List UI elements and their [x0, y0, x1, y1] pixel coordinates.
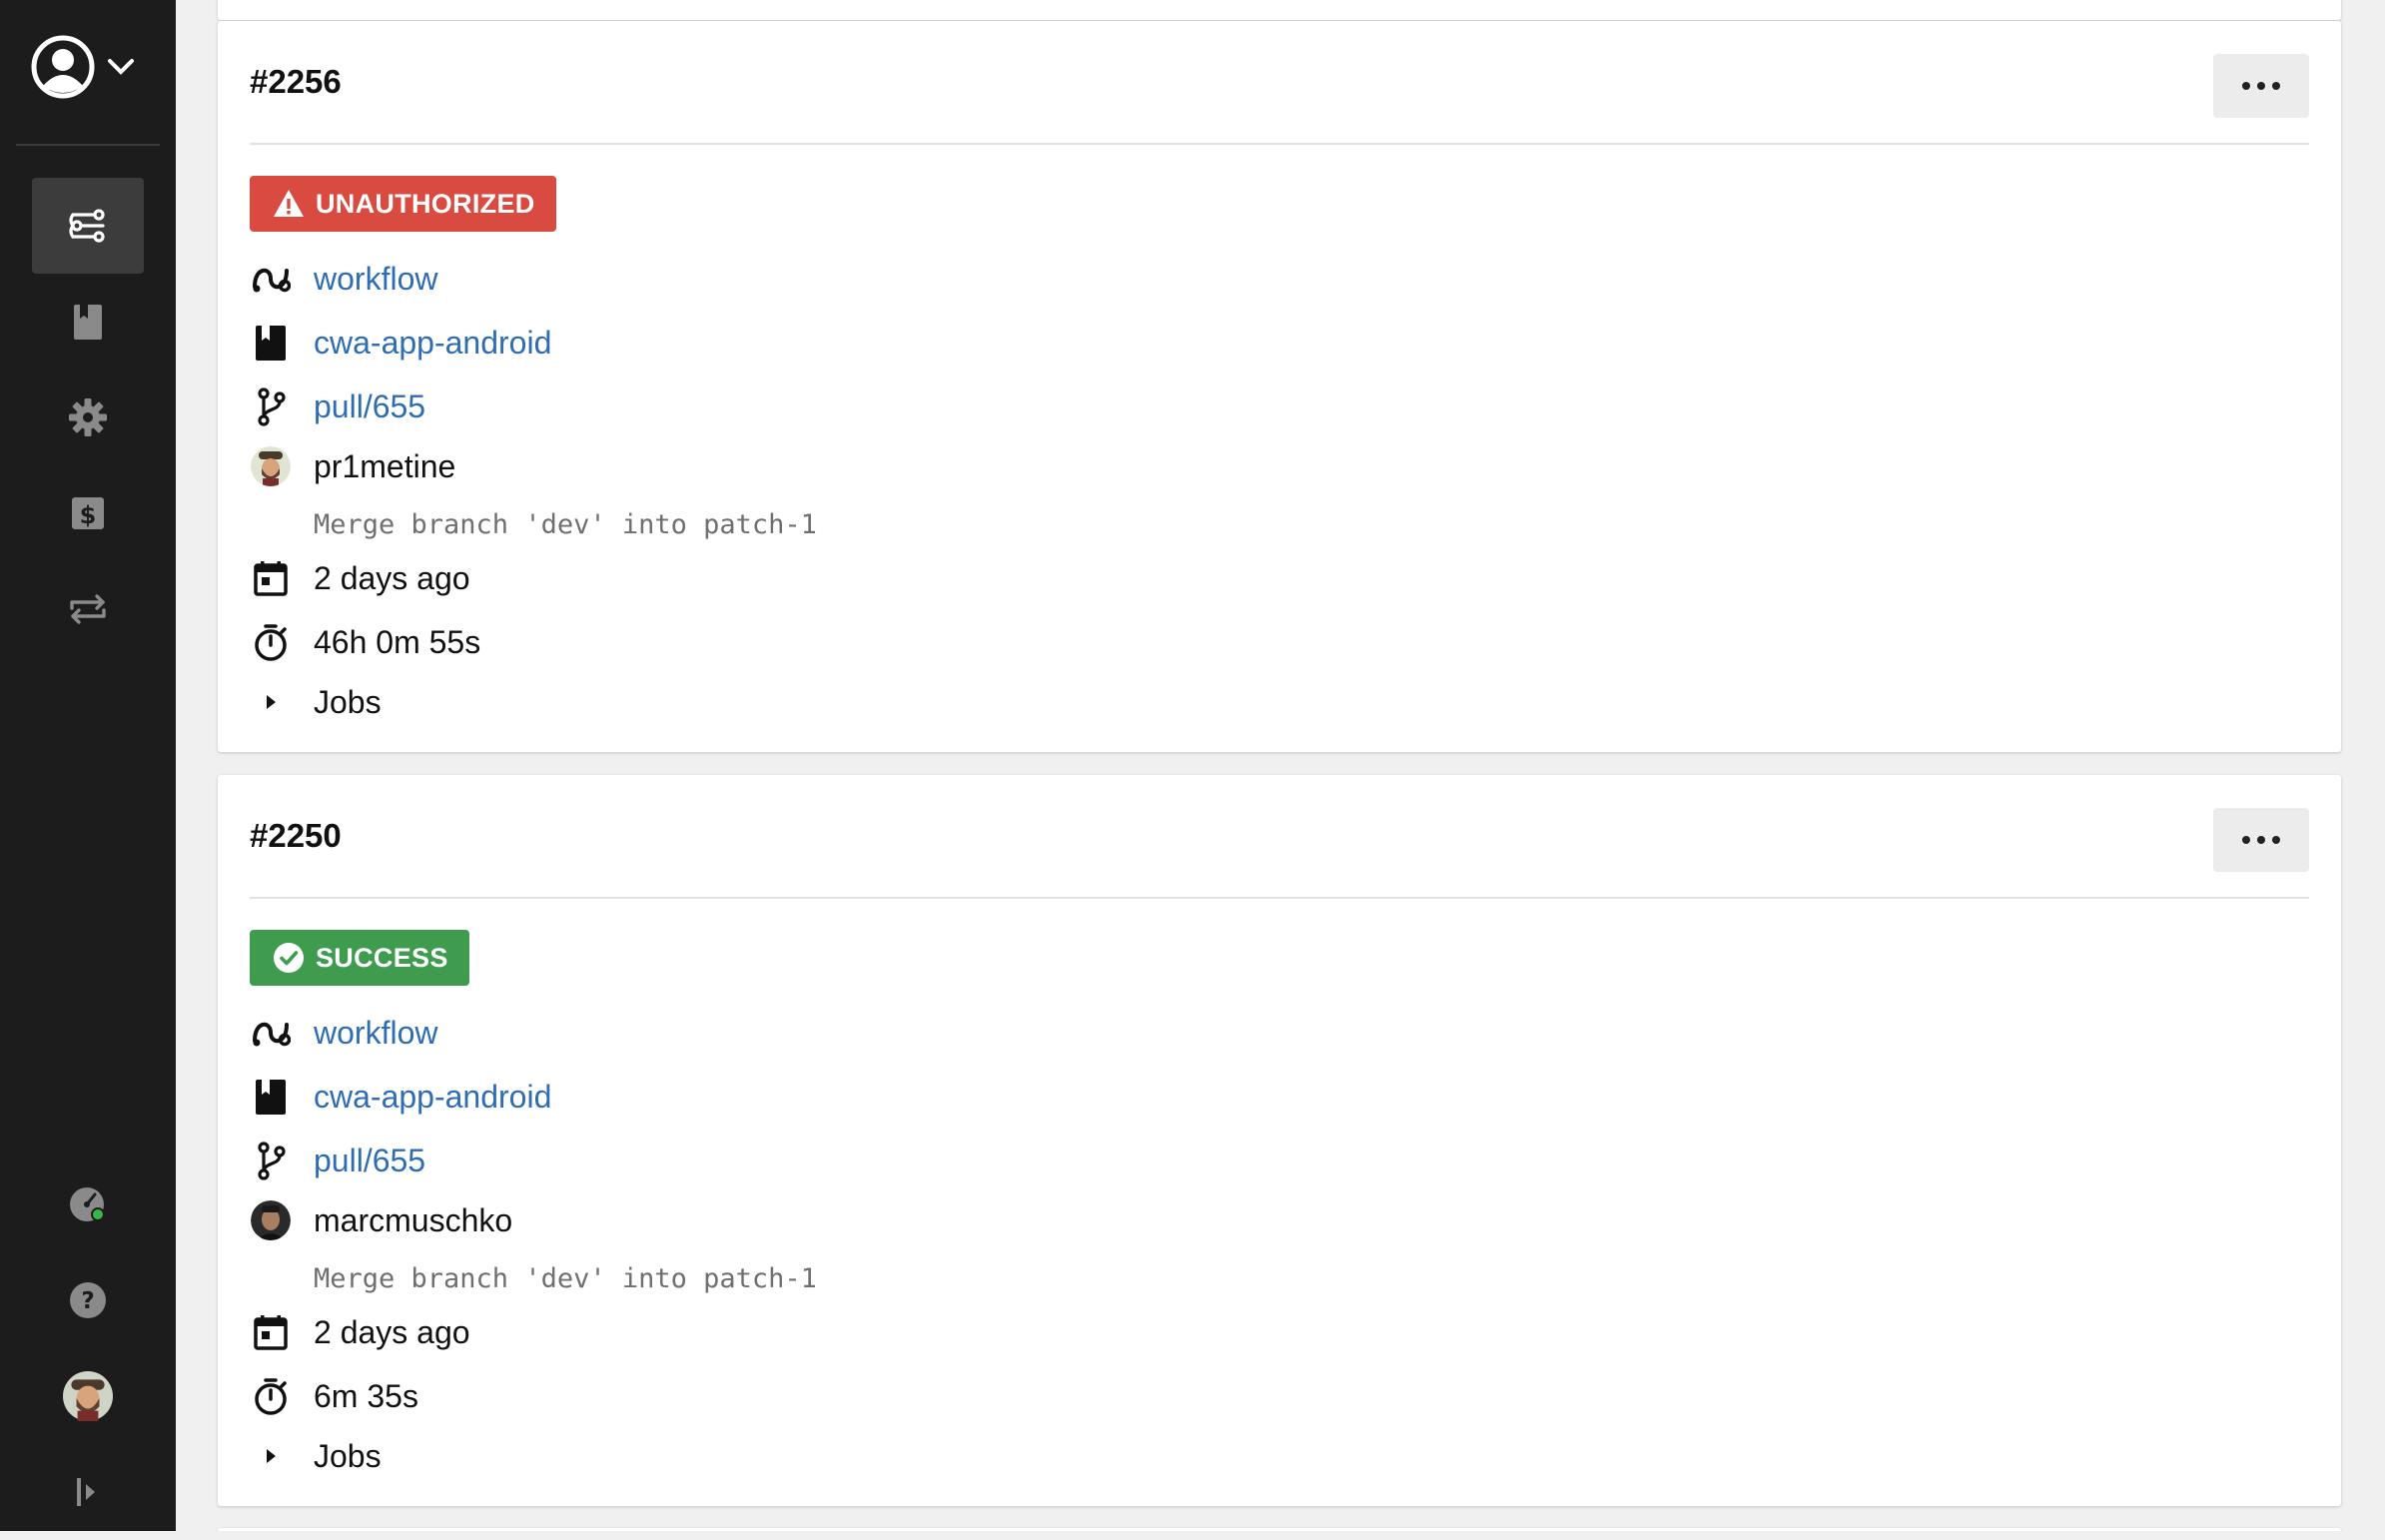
sidebar-item-billing[interactable]: $: [32, 465, 144, 561]
commit-message-row: Merge branch 'dev' into patch-1: [314, 500, 817, 548]
sidebar-item-help[interactable]: ?: [32, 1252, 144, 1348]
jobs-label: Jobs: [314, 1437, 382, 1474]
sidebar-item-pipelines[interactable]: [32, 178, 144, 274]
expand-sidebar-icon: [77, 1478, 95, 1506]
sidebar-item-settings[interactable]: [32, 370, 144, 465]
svg-text:$: $: [80, 501, 97, 529]
sidebar-item-status[interactable]: [32, 1156, 144, 1252]
sidebar-divider: [16, 144, 160, 146]
pipelines-icon: [69, 209, 105, 243]
calendar-icon: [250, 557, 292, 599]
branch-link[interactable]: pull/655: [314, 1143, 425, 1179]
more-options-button[interactable]: [2213, 54, 2309, 118]
sidebar: $ ?: [0, 0, 176, 1531]
build-card-header: #2256: [250, 21, 2309, 145]
warning-icon: [274, 190, 304, 217]
help-icon: ?: [70, 1282, 106, 1318]
repository-icon: [74, 305, 102, 340]
repository-icon: [250, 1076, 292, 1118]
timer-icon: [250, 621, 292, 663]
author-name: marcmuschko: [314, 1201, 513, 1238]
build-card: #2250 SUCCESS workflow cwa-app-android p…: [218, 775, 2341, 1506]
git-branch-icon: [250, 385, 292, 427]
duration: 46h 0m 55s: [314, 623, 481, 660]
branch-row: pull/655: [250, 383, 425, 430]
speedometer-icon: [70, 1187, 105, 1221]
commit-message-row: Merge branch 'dev' into patch-1: [314, 1254, 817, 1302]
status-label: UNAUTHORIZED: [316, 188, 535, 219]
repository-icon: [250, 322, 292, 364]
swap-icon: [70, 594, 106, 624]
account-switcher[interactable]: [30, 34, 138, 100]
workflow-icon: [250, 1012, 292, 1054]
repository-row: cwa-app-android: [250, 1073, 551, 1121]
more-dots-icon: [2242, 82, 2250, 90]
caret-right-icon: [250, 1435, 292, 1477]
started-row: 2 days ago: [250, 554, 470, 602]
author-name: pr1metine: [314, 447, 456, 484]
check-circle-icon: [274, 943, 304, 973]
repository-link[interactable]: cwa-app-android: [314, 325, 551, 362]
duration: 6m 35s: [314, 1377, 418, 1414]
workflow-icon: [250, 258, 292, 300]
more-options-button[interactable]: [2213, 808, 2309, 872]
git-branch-icon: [250, 1140, 292, 1181]
duration-row: 6m 35s: [250, 1372, 418, 1420]
billing-icon: $: [72, 497, 104, 529]
repository-row: cwa-app-android: [250, 319, 551, 367]
started-row: 2 days ago: [250, 1308, 470, 1356]
status-badge: SUCCESS: [250, 930, 469, 986]
calendar-icon: [250, 1311, 292, 1353]
workflow-link[interactable]: workflow: [314, 261, 437, 298]
svg-text:?: ?: [81, 1288, 94, 1314]
caret-right-icon: [250, 681, 292, 723]
commit-message: Merge branch 'dev' into patch-1: [314, 1262, 817, 1294]
account-circle-icon: [31, 35, 95, 99]
author-avatar: [250, 445, 292, 487]
builds-list: #2256 UNAUTHORIZED workflow cwa-app-andr: [176, 0, 2385, 1531]
build-card: #2256 UNAUTHORIZED workflow cwa-app-andr: [218, 21, 2341, 752]
chevron-down-icon: [108, 59, 134, 75]
started-time: 2 days ago: [314, 559, 470, 596]
jobs-toggle[interactable]: Jobs: [250, 678, 382, 726]
more-dots-icon: [2242, 836, 2250, 844]
sidebar-item-transfer[interactable]: [32, 561, 144, 657]
sidebar-item-repositories[interactable]: [32, 274, 144, 370]
repository-link[interactable]: cwa-app-android: [314, 1079, 551, 1116]
status-label: SUCCESS: [316, 942, 448, 973]
build-number[interactable]: #2256: [250, 63, 342, 101]
duration-row: 46h 0m 55s: [250, 618, 480, 666]
jobs-toggle[interactable]: Jobs: [250, 1432, 382, 1480]
workflow-row: workflow: [250, 1009, 437, 1057]
author-avatar: [250, 1199, 292, 1241]
build-card-header: #2250: [250, 775, 2309, 899]
author-row: pr1metine: [250, 442, 455, 490]
jobs-label: Jobs: [314, 683, 382, 720]
build-card-previous: [218, 0, 2341, 20]
started-time: 2 days ago: [314, 1313, 470, 1350]
sidebar-item-profile[interactable]: [32, 1348, 144, 1444]
timer-icon: [250, 1375, 292, 1417]
sidebar-item-expand[interactable]: [32, 1444, 144, 1540]
author-row: marcmuschko: [250, 1196, 512, 1244]
branch-link[interactable]: pull/655: [314, 388, 425, 425]
status-badge: UNAUTHORIZED: [250, 176, 556, 232]
user-avatar: [63, 1371, 113, 1421]
workflow-row: workflow: [250, 255, 437, 303]
commit-message: Merge branch 'dev' into patch-1: [314, 508, 817, 540]
branch-row: pull/655: [250, 1137, 425, 1184]
workflow-link[interactable]: workflow: [314, 1015, 437, 1052]
gear-icon: [69, 398, 107, 436]
build-number[interactable]: #2250: [250, 817, 342, 855]
